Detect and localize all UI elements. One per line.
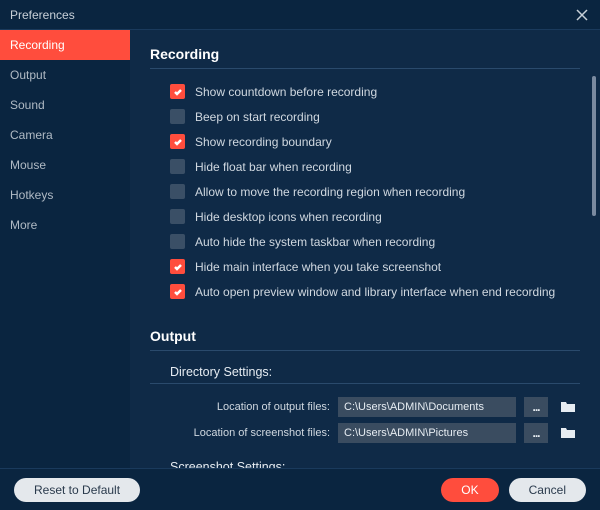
directory-settings-title: Directory Settings: — [150, 361, 580, 384]
footer: Reset to Default OK Cancel — [0, 468, 600, 510]
sidebar-item-label: Sound — [10, 98, 45, 112]
folder-icon — [560, 400, 576, 414]
content-pane: Recording Show countdown before recordin… — [130, 30, 600, 468]
option-auto-hide-taskbar: Auto hide the system taskbar when record… — [170, 229, 580, 254]
screenshot-files-field[interactable] — [338, 423, 516, 443]
sidebar-item-label: Mouse — [10, 158, 46, 172]
titlebar: Preferences — [0, 0, 600, 30]
checkbox[interactable] — [170, 159, 185, 174]
sidebar-item-label: Output — [10, 68, 46, 82]
option-label: Show recording boundary — [195, 135, 332, 149]
screenshot-settings-title: Screenshot Settings: — [150, 456, 580, 468]
checkbox[interactable] — [170, 284, 185, 299]
footer-right: OK Cancel — [441, 478, 586, 502]
sidebar-item-more[interactable]: More — [0, 210, 130, 240]
check-icon — [173, 137, 183, 147]
sidebar-item-mouse[interactable]: Mouse — [0, 150, 130, 180]
option-allow-move-region: Allow to move the recording region when … — [170, 179, 580, 204]
sidebar-item-label: Camera — [10, 128, 53, 142]
option-label: Hide main interface when you take screen… — [195, 260, 441, 274]
sidebar-item-sound[interactable]: Sound — [0, 90, 130, 120]
sidebar-item-output[interactable]: Output — [0, 60, 130, 90]
ok-button[interactable]: OK — [441, 478, 498, 502]
check-icon — [173, 262, 183, 272]
output-files-field[interactable] — [338, 397, 516, 417]
checkbox[interactable] — [170, 134, 185, 149]
option-label: Beep on start recording — [195, 110, 320, 124]
browse-screenshot-button[interactable]: ... — [524, 423, 548, 443]
sidebar-item-hotkeys[interactable]: Hotkeys — [0, 180, 130, 210]
sidebar: Recording Output Sound Camera Mouse Hotk… — [0, 30, 130, 468]
sidebar-item-label: Hotkeys — [10, 188, 53, 202]
reset-to-default-button[interactable]: Reset to Default — [14, 478, 140, 502]
option-show-boundary: Show recording boundary — [170, 129, 580, 154]
option-label: Auto open preview window and library int… — [195, 285, 555, 299]
screenshot-files-label: Location of screenshot files: — [170, 427, 330, 439]
option-label: Hide float bar when recording — [195, 160, 352, 174]
row-output-files: Location of output files: ... — [150, 394, 580, 420]
ellipsis-icon: ... — [532, 426, 539, 440]
cancel-button[interactable]: Cancel — [509, 478, 586, 502]
option-label: Hide desktop icons when recording — [195, 210, 382, 224]
scrollbar-thumb[interactable] — [592, 76, 596, 216]
browse-output-button[interactable]: ... — [524, 397, 548, 417]
checkbox[interactable] — [170, 184, 185, 199]
option-label: Allow to move the recording region when … — [195, 185, 465, 199]
sidebar-item-label: Recording — [10, 38, 65, 52]
option-label: Auto hide the system taskbar when record… — [195, 235, 435, 249]
row-screenshot-files: Location of screenshot files: ... — [150, 420, 580, 446]
folder-icon — [560, 426, 576, 440]
sidebar-item-camera[interactable]: Camera — [0, 120, 130, 150]
checkbox[interactable] — [170, 84, 185, 99]
close-button[interactable] — [574, 7, 590, 23]
checkbox[interactable] — [170, 109, 185, 124]
open-screenshot-folder-button[interactable] — [556, 423, 580, 443]
checkbox[interactable] — [170, 209, 185, 224]
check-icon — [173, 87, 183, 97]
checkbox[interactable] — [170, 259, 185, 274]
open-output-folder-button[interactable] — [556, 397, 580, 417]
option-label: Show countdown before recording — [195, 85, 377, 99]
section-title-recording: Recording — [150, 44, 580, 69]
check-icon — [173, 287, 183, 297]
option-beep-start: Beep on start recording — [170, 104, 580, 129]
checkbox[interactable] — [170, 234, 185, 249]
option-hide-main-interface: Hide main interface when you take screen… — [170, 254, 580, 279]
recording-options: Show countdown before recording Beep on … — [150, 79, 580, 304]
ellipsis-icon: ... — [532, 400, 539, 414]
section-title-output: Output — [150, 326, 580, 351]
close-icon — [576, 9, 588, 21]
option-show-countdown: Show countdown before recording — [170, 79, 580, 104]
output-files-label: Location of output files: — [170, 401, 330, 413]
option-hide-desktop-icons: Hide desktop icons when recording — [170, 204, 580, 229]
output-section: Output Directory Settings: Location of o… — [150, 326, 580, 468]
option-auto-open-preview: Auto open preview window and library int… — [170, 279, 580, 304]
body: Recording Output Sound Camera Mouse Hotk… — [0, 30, 600, 468]
window-title: Preferences — [10, 8, 75, 22]
preferences-window: Preferences Recording Output Sound Camer… — [0, 0, 600, 510]
sidebar-item-label: More — [10, 218, 37, 232]
sidebar-item-recording[interactable]: Recording — [0, 30, 130, 60]
option-hide-float-bar: Hide float bar when recording — [170, 154, 580, 179]
